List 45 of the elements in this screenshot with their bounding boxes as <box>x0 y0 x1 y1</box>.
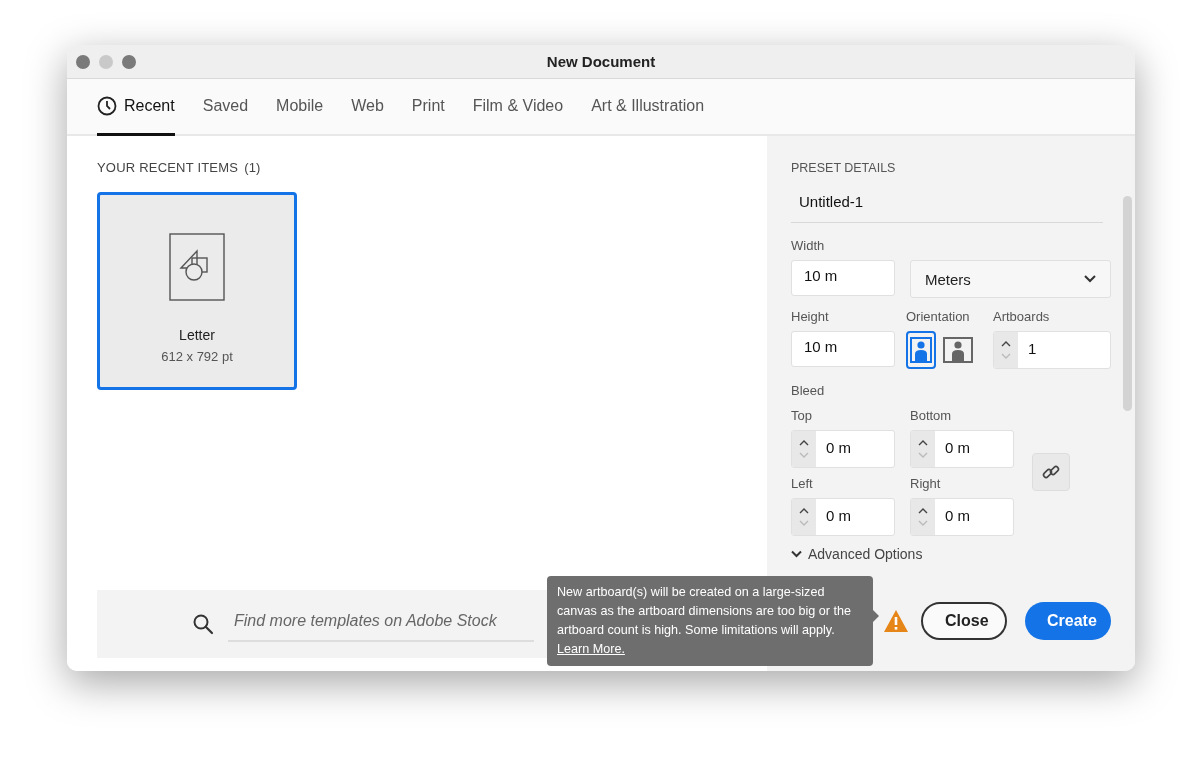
tab[interactable]: Mobile <box>276 79 324 136</box>
document-name: Letter <box>179 327 215 343</box>
clock-icon <box>97 96 117 116</box>
tab[interactable]: Art & Illustration <box>591 79 705 136</box>
document-name-field[interactable]: Untitled-1 <box>791 193 1103 223</box>
units-dropdown[interactable]: Meters <box>910 260 1111 298</box>
chevron-down-icon <box>791 550 802 558</box>
warning-icon <box>883 609 909 633</box>
tab[interactable]: Film & Video <box>472 79 564 136</box>
portrait-button[interactable] <box>906 331 936 369</box>
tooltip-text: New artboard(s) will be created on a large-sized canvas as the artboard dimensions are too big or the artboard count is high. Some limitations will apply. Learn More. <box>557 584 853 658</box>
field-label: Height <box>791 309 830 324</box>
document-card[interactable]: Letter 612 x 792 pt <box>97 192 297 390</box>
minimize-window-button[interactable] <box>99 54 113 69</box>
field-label: Orientation <box>906 309 971 324</box>
search-icon <box>192 613 214 635</box>
document-icon <box>169 233 225 301</box>
tab[interactable]: Web <box>351 79 384 136</box>
search-field[interactable]: Find more templates on Adobe Stock <box>228 606 534 642</box>
field-label: Left <box>791 476 814 491</box>
tab[interactable]: Print <box>411 79 445 136</box>
tab[interactable]: Saved <box>202 79 249 136</box>
field-label: Top <box>791 408 813 423</box>
learn-more-link[interactable]: Learn More. <box>557 642 625 656</box>
document-size: 612 x 792 pt <box>161 349 233 364</box>
width-field[interactable]: 10 m <box>791 260 895 296</box>
field-label: Bottom <box>910 408 953 423</box>
section-heading: PRESET DETAILS <box>791 161 896 175</box>
close-window-button[interactable] <box>76 54 90 69</box>
landscape-icon <box>943 337 973 363</box>
portrait-icon <box>910 337 932 363</box>
field-label: Artboards <box>993 309 1051 324</box>
advanced-options-toggle[interactable]: Advanced Options <box>791 546 923 562</box>
section-heading: YOUR RECENT ITEMS <box>97 160 239 175</box>
chevron-down-icon <box>1084 275 1096 283</box>
field-label: Width <box>791 238 825 253</box>
window-title: New Document <box>546 53 656 70</box>
link-bleed-button[interactable] <box>1032 453 1070 491</box>
close-button[interactable]: Close <box>921 602 1007 640</box>
field-label: Right <box>910 476 942 491</box>
field-label: Bleed <box>791 383 826 398</box>
zoom-window-button[interactable] <box>122 54 136 69</box>
create-button[interactable]: Create <box>1025 602 1111 640</box>
item-count: (1) <box>244 160 261 175</box>
height-field[interactable]: 10 m <box>791 331 895 367</box>
